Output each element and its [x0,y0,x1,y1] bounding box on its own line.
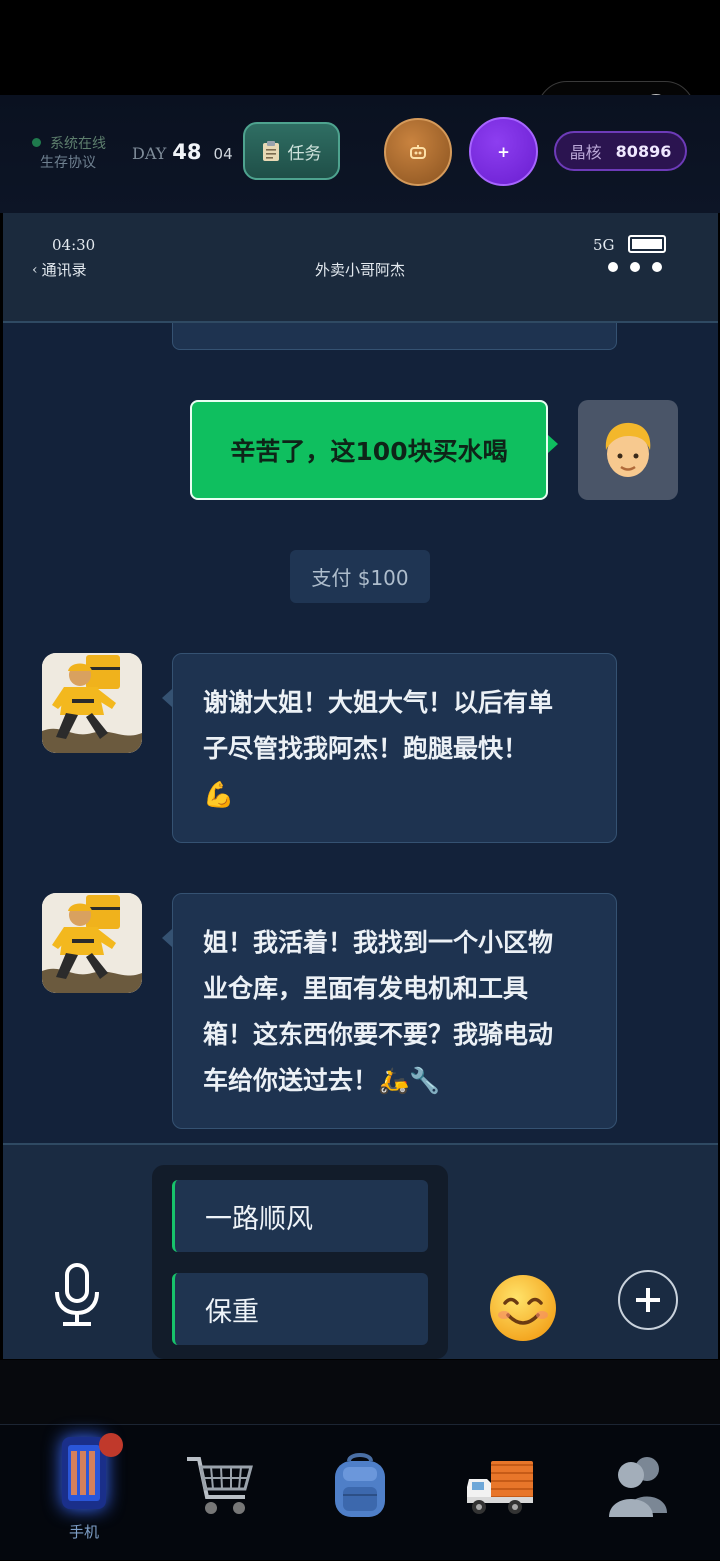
bubble-tail [162,689,172,707]
microphone-icon [55,1263,99,1326]
clipboard-icon [262,141,279,161]
nav-item-phone[interactable]: 手机 [12,1425,156,1561]
crystal-core-counter: 晶核 80896 [554,131,687,171]
message-line: 谢谢大姐！大姐大气！以后有单 [203,688,554,717]
task-button[interactable]: 任务 [243,122,340,180]
quick-reply-option[interactable]: 一路顺风 [172,1180,428,1252]
backpack-icon [335,1453,385,1517]
outgoing-message-text: 辛苦了，这100块买水喝 [230,437,508,466]
nav-item-shop[interactable] [148,1425,292,1561]
previous-message-bubble [172,323,617,350]
phone-bottom-edge [0,1360,720,1424]
bottom-navigation: 手机 [0,1424,720,1560]
blond-person-icon [605,422,651,477]
crystal-label: 晶核 [569,143,602,162]
message-line: 车给你送过去！🛵🔧 [203,1066,441,1095]
add-resource-button[interactable]: + [469,117,538,186]
quick-reply-label: 保重 [205,1296,259,1328]
day-counter: DAY 48 04 [132,140,233,164]
message-line: 💪 [203,780,235,809]
system-status-text: 系统在线 [50,136,106,152]
message-line: 姐！我活着！我找到一个小区物 [203,928,554,957]
message-line: 子尽管找我阿杰！跑腿最快！ [203,734,529,763]
courier-avatar-icon [42,653,142,753]
day-number: 48 [172,140,202,164]
contact-avatar[interactable] [42,653,142,753]
payment-notice: 支付 $100 [290,550,430,603]
more-actions-button[interactable] [618,1270,678,1330]
cart-icon [187,1457,253,1514]
bubble-tail [548,435,558,453]
contact-avatar[interactable] [42,893,142,993]
quick-reply-label: 一路顺风 [205,1203,313,1235]
user-avatar[interactable] [578,400,678,500]
network-indicator: 5G [593,236,615,254]
option-dot-icon [652,262,662,272]
day-label: DAY [132,144,167,163]
day-sub-value: 04 [213,145,233,163]
smiling-face-icon [490,1275,556,1341]
option-dot-icon [630,262,640,272]
quick-reply-option[interactable]: 保重 [172,1273,428,1345]
robot-icon [410,145,426,159]
task-label: 任务 [287,143,322,164]
truck-icon [467,1461,533,1514]
message-line: 业仓库，里面有发电机和工具 [203,974,529,1003]
contacts-icon [609,1457,667,1517]
protocol-text: 生存协议 [40,155,96,171]
payment-notice-text: 支付 $100 [311,566,409,590]
nav-item-backpack[interactable] [288,1425,432,1561]
plus-icon [636,1288,660,1312]
chat-options-button[interactable] [608,262,662,272]
battery-icon [628,235,666,253]
quick-reply-panel: 一路顺风 保重 [152,1165,448,1359]
crystal-value: 80896 [615,141,672,161]
incoming-message-bubble[interactable]: 姐！我活着！我找到一个小区物 业仓库，里面有发电机和工具 箱！这东西你要不要？我… [172,893,617,1129]
message-line: 箱！这东西你要不要？我骑电动 [203,1020,554,1049]
nav-item-delivery[interactable] [428,1425,572,1561]
emoji-button[interactable] [488,1273,558,1343]
courier-avatar-icon [42,893,142,993]
app-grid [71,1451,97,1495]
online-status-dot [32,138,41,147]
incoming-message-bubble[interactable]: 谢谢大姐！大姐大气！以后有单 子尽管找我阿杰！跑腿最快！ 💪 [172,653,617,843]
notification-badge [99,1433,123,1457]
phone-time: 04:30 [52,236,96,254]
robot-assistant-button[interactable] [384,118,452,186]
nav-label-phone: 手机 [68,1523,99,1541]
option-dot-icon [608,262,618,272]
nav-item-contacts[interactable] [566,1425,710,1561]
voice-input-button[interactable] [48,1262,106,1328]
outgoing-message-bubble[interactable]: 辛苦了，这100块买水喝 [190,400,548,500]
bubble-tail [162,929,172,947]
plus-label: + [497,142,510,161]
chat-message-list[interactable]: 辛苦了，这100块买水喝 支付 $100 谢谢大姐！大姐大气！以后有单 子尽管找… [3,323,718,1143]
